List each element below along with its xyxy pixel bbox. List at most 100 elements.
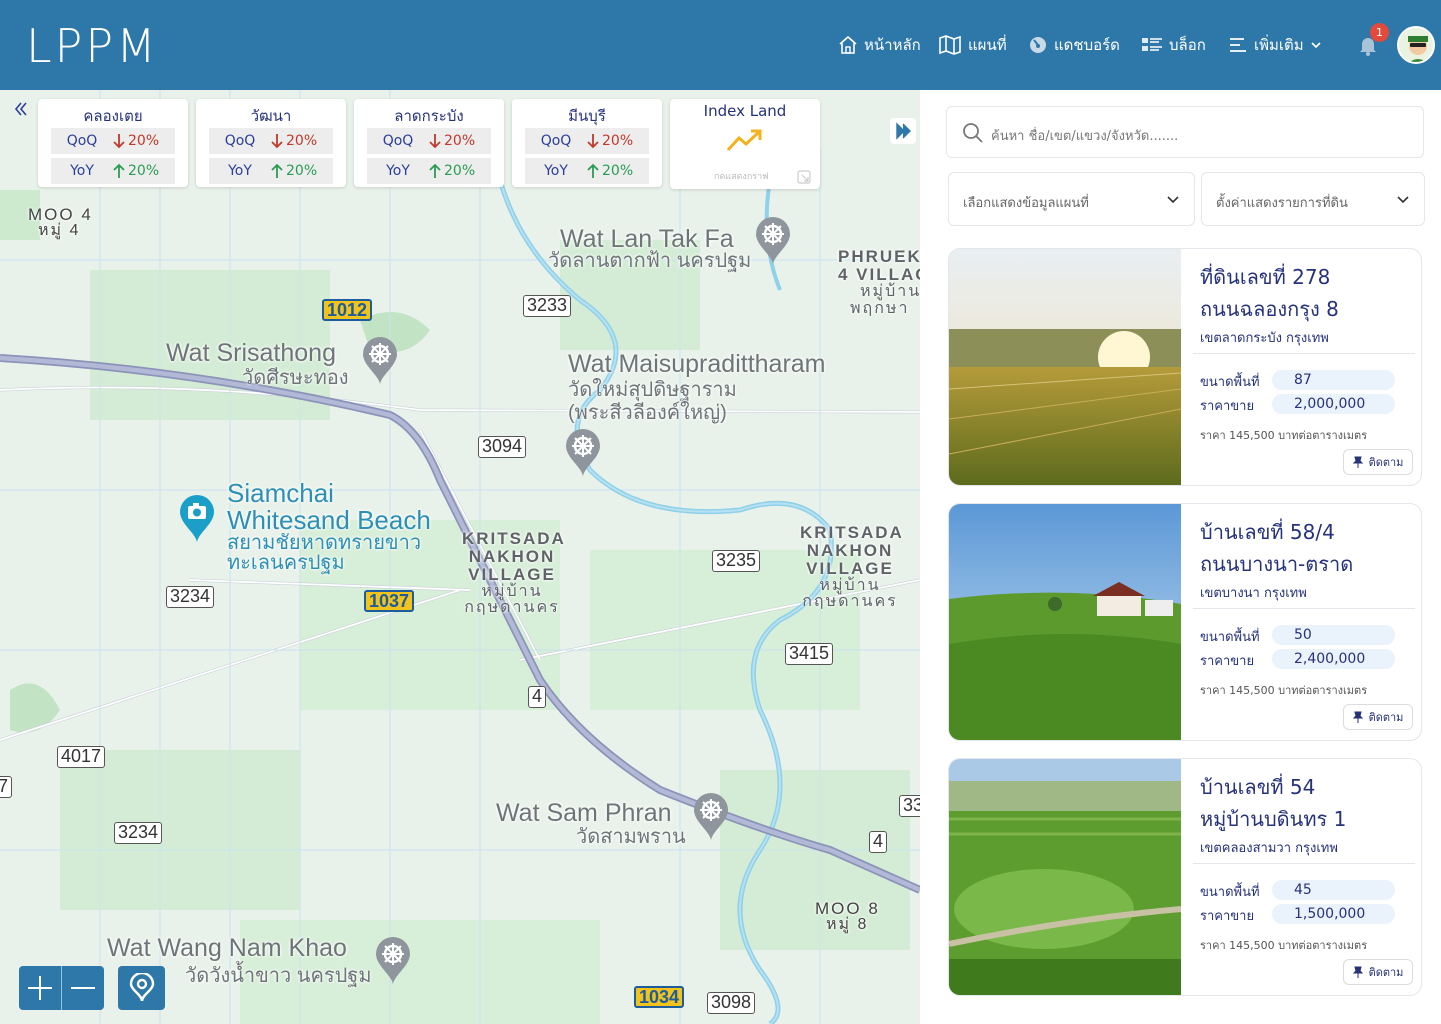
stat-card-watthana[interactable]: วัฒนา QoQ 20% YoY 20%	[196, 99, 346, 187]
area-label: ขนาดพื้นที่	[1200, 630, 1260, 645]
map-data-select-label: เลือกแสดงข้อมูลแผนที่	[963, 196, 1089, 211]
village-phrueksa-l1: PHRUEKS	[838, 247, 920, 266]
nav-map[interactable]: แผนที่	[938, 33, 1007, 57]
yoy-row: YoY 20%	[525, 158, 649, 184]
place-wat-wang-nam-khao: Wat Wang Nam Khao	[107, 934, 347, 962]
arrow-down-icon	[271, 134, 283, 149]
stat-district: คลองเตย	[83, 107, 143, 125]
zoom-out-button[interactable]	[62, 966, 104, 1010]
price-per-sqm: ราคา 145,500 บาทต่อตารางเมตร	[1200, 939, 1368, 952]
nav-home[interactable]: หน้าหลัก	[838, 33, 921, 57]
follow-button[interactable]: ติดตาม	[1343, 449, 1413, 475]
index-land-card[interactable]: Index Land กดแสดงกราฟ	[670, 99, 820, 189]
listing-info: บ้านเลขที่ 54 หมู่บ้านบดินทร 1 เขตคลองสา…	[1200, 771, 1415, 858]
place-wat-srisathong: Wat Srisathong	[166, 339, 336, 367]
area-value: 50	[1272, 625, 1395, 645]
photo-pin-icon[interactable]	[178, 494, 216, 544]
stat-card-klongtoei[interactable]: คลองเตย QoQ 20% YoY 20%	[38, 99, 188, 187]
temple-pin-icon[interactable]	[692, 792, 730, 842]
place-wat-wang-nam-khao-thai: วัดวังน้ำขาว นครปฐม	[185, 965, 372, 987]
divider	[1193, 863, 1415, 864]
collapse-left-button[interactable]	[8, 96, 34, 122]
search-input[interactable]: ค้นหา ชื่อ/เขต/แขวง/จังหวัด.......	[991, 125, 1178, 146]
listing-card[interactable]: ที่ดินเลขที่ 278 ถนนฉลองกรุง 8 เขตลาดกระ…	[948, 248, 1422, 486]
temple-pin-icon[interactable]	[374, 936, 412, 986]
nav-dashboard[interactable]: แดชบอร์ด	[1028, 33, 1120, 57]
listing-photo	[949, 759, 1181, 995]
logo[interactable]: LPPM	[26, 22, 159, 70]
my-location-button[interactable]	[118, 966, 165, 1010]
map-icon	[939, 35, 961, 55]
stat-district: วัฒนา	[250, 107, 292, 125]
nav-more-label: เพิ่มเติม	[1254, 36, 1304, 54]
place-wat-maisupradittharam: Wat Maisupradittharam	[568, 350, 826, 378]
listing-card[interactable]: บ้านเลขที่ 54 หมู่บ้านบดินทร 1 เขตคลองสา…	[948, 758, 1422, 996]
price-value: 2,000,000	[1272, 394, 1395, 414]
zoom-in-button[interactable]	[19, 966, 61, 1010]
menu-lines-icon	[1230, 38, 1246, 52]
divider	[1193, 608, 1415, 609]
place-wat-maisupradittharam-thai2: (พระสีวลีองค์ใหญ่)	[568, 402, 727, 424]
chevron-down-icon	[1311, 42, 1321, 49]
yoy-value: 20%	[286, 163, 318, 179]
map-view[interactable]: MOO 4 หมู่ 4 Wat Lan Tak Fa วัดลานตากฟ้า…	[0, 90, 920, 1024]
follow-button[interactable]: ติดตาม	[1343, 959, 1413, 985]
zoom-control	[19, 966, 104, 1010]
land-list-settings-select[interactable]: ตั้งค่าแสดงรายการที่ดิน	[1201, 172, 1425, 226]
blog-list-icon	[1142, 38, 1162, 51]
area-value: 87	[1272, 370, 1395, 390]
stat-card-latkrabang[interactable]: ลาดกระบัง QoQ 20% YoY 20%	[354, 99, 504, 187]
arrow-down-icon	[429, 134, 441, 149]
location-pin-icon	[129, 973, 154, 1002]
search-box[interactable]: ค้นหา ชื่อ/เขต/แขวง/จังหวัด.......	[946, 106, 1424, 158]
qoq-value: 20%	[602, 133, 634, 149]
expand-right-button[interactable]	[890, 118, 916, 144]
listing-info: ที่ดินเลขที่ 278 ถนนฉลองกรุง 8 เขตลาดกระ…	[1200, 261, 1415, 348]
qoq-label: QoQ	[382, 133, 414, 149]
qoq-row: QoQ 20%	[367, 128, 491, 154]
village-kritsada-2-thai2: กฤษดานคร	[802, 593, 898, 610]
temple-pin-icon[interactable]	[361, 336, 399, 386]
follow-button[interactable]: ติดตาม	[1343, 704, 1413, 730]
road-shield: 7	[0, 776, 13, 798]
place-siamchai: Siamchai	[227, 478, 334, 508]
road-shield: 3235	[712, 550, 761, 572]
temple-pin-icon[interactable]	[754, 216, 792, 266]
place-wat-sam-phran-thai: วัดสามพราน	[576, 826, 686, 848]
nav-blog-label: บล็อก	[1169, 36, 1206, 54]
expand-icon	[797, 170, 811, 184]
place-wat-sam-phran: Wat Sam Phran	[496, 799, 672, 827]
yoy-row: YoY 20%	[51, 158, 175, 184]
temple-pin-icon[interactable]	[564, 428, 602, 478]
listing-title-line2: หมู่บ้านบดินทร 1	[1200, 807, 1347, 831]
listing-location: เขตบางนา กรุงเทพ	[1200, 586, 1307, 601]
listing-title-line2: ถนนฉลองกรุง 8	[1200, 297, 1339, 321]
qoq-row: QoQ 20%	[525, 128, 649, 154]
double-chevron-left-icon	[14, 102, 27, 116]
map-data-select[interactable]: เลือกแสดงข้อมูลแผนที่	[948, 172, 1195, 226]
listing-card[interactable]: บ้านเลขที่ 58/4 ถนนบางนา-ตราด เขตบางนา ก…	[948, 503, 1422, 741]
yoy-label: YoY	[70, 163, 94, 179]
nav-blog[interactable]: บล็อก	[1141, 33, 1206, 57]
road-shield: 3234	[114, 822, 163, 844]
stat-card-minburi[interactable]: มีนบุรี QoQ 20% YoY 20%	[512, 99, 662, 187]
arrow-up-icon	[587, 163, 599, 178]
road-shield: 3098	[707, 992, 756, 1014]
price-label: ราคาขาย	[1200, 654, 1255, 669]
home-icon	[839, 35, 857, 54]
nav-more[interactable]: เพิ่มเติม	[1228, 33, 1322, 57]
qoq-row: QoQ 20%	[209, 128, 333, 154]
qoq-value: 20%	[444, 133, 476, 149]
place-siamchai-thai: สยามชัยหาดทรายขาว	[227, 532, 422, 554]
moo4-thai-label: หมู่ 4	[38, 222, 81, 239]
price-label: ราคาขาย	[1200, 909, 1255, 924]
village-phrueksa-l2: 4 VILLAG	[838, 265, 920, 284]
land-list-settings-label: ตั้งค่าแสดงรายการที่ดิน	[1216, 196, 1348, 211]
price-label: ราคาขาย	[1200, 399, 1255, 414]
avatar[interactable]	[1397, 26, 1435, 64]
pin-icon	[1352, 456, 1363, 468]
arrow-up-icon	[113, 163, 125, 178]
price-value: 1,500,000	[1272, 904, 1395, 924]
listing-location: เขตคลองสามวา กรุงเทพ	[1200, 841, 1338, 856]
index-land-caption: กดแสดงกราฟ	[714, 172, 769, 182]
